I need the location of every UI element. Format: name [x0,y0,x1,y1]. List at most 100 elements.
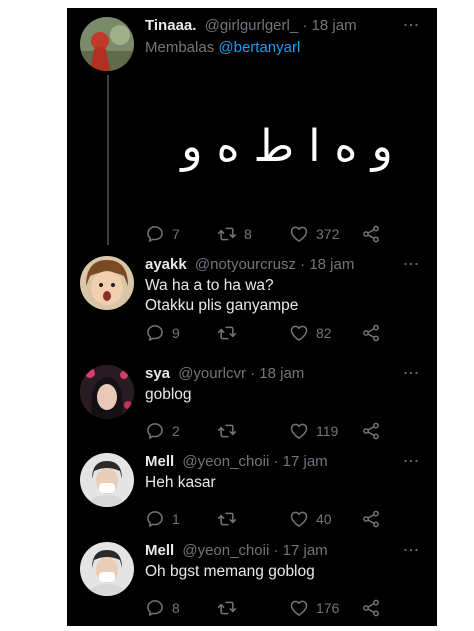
tweet-actions: 2 119 [145,420,385,442]
more-vertical-icon[interactable]: ⋮ [402,17,419,33]
share-button[interactable] [361,420,388,442]
tweet-header: Mell @yeon_choii · 17 jam [145,542,328,560]
reply-icon [145,598,165,618]
reply-icon [145,421,165,441]
tweet-text-line: Wa ha a to ha wa? [145,277,274,294]
more-vertical-icon[interactable]: ⋮ [402,256,419,272]
username[interactable]: @girlgurlgerl_ [205,17,299,34]
more-vertical-icon[interactable]: ⋮ [402,542,419,558]
share-icon [361,598,381,618]
retweet-icon [217,509,237,529]
reply-button[interactable]: 9 [145,322,180,344]
reply-count: 7 [172,226,180,242]
tweet-original[interactable]: Tinaaa. @girlgurlgerl_ · 18 jam ⋮ Membal… [67,17,437,247]
avatar[interactable] [80,256,134,310]
tweet-actions: 1 40 [145,508,385,530]
tweet-reply[interactable]: Mell @yeon_choii · 17 jam ⋮ Oh bgst mema… [67,542,437,626]
more-vertical-icon[interactable]: ⋮ [402,453,419,469]
display-name[interactable]: Tinaaa. [145,17,196,34]
tweet-text: و ه ا ط ه و [181,121,393,172]
tweet-text: Oh bgst memang goblog [145,563,315,580]
share-icon [361,323,381,343]
tweet-header: Tinaaa. @girlgurlgerl_ · 18 jam [145,17,357,35]
tweet-header: ayakk @notyourcrusz · 18 jam [145,256,354,274]
retweet-button[interactable] [217,597,244,619]
avatar[interactable] [80,542,134,596]
twitter-thread-screen: Tinaaa. @girlgurlgerl_ · 18 jam ⋮ Membal… [67,8,437,626]
reply-button[interactable]: 2 [145,420,180,442]
tweet-text: Heh kasar [145,474,216,491]
like-button[interactable]: 176 [289,597,339,619]
share-button[interactable] [361,322,388,344]
username[interactable]: @yourlcvr [178,365,246,382]
like-button[interactable]: 119 [289,420,338,442]
tweet-reply[interactable]: Mell @yeon_choii · 17 jam ⋮ Heh kasar 1 … [67,453,437,541]
retweet-button[interactable] [217,322,244,344]
like-button[interactable]: 82 [289,322,332,344]
tweet-actions: 9 82 [145,322,385,344]
display-name[interactable]: Mell [145,542,174,559]
heart-icon [289,421,309,441]
tweet-reply[interactable]: ayakk @notyourcrusz · 18 jam ⋮ Wa ha a t… [67,256,437,356]
heart-icon [289,598,309,618]
display-name[interactable]: sya [145,365,170,382]
retweet-icon [217,421,237,441]
reply-icon [145,323,165,343]
retweet-button[interactable] [217,420,244,442]
like-count: 176 [316,600,340,616]
reply-button[interactable]: 1 [145,508,180,530]
like-button[interactable]: 40 [289,508,332,530]
reply-button[interactable]: 7 [145,223,180,245]
tweet-actions: 8 176 [145,597,385,619]
timestamp: · 18 jam [302,17,357,34]
tweet-text: Wa ha a to ha wa? Otakku plis ganyampe [145,276,298,316]
share-button[interactable] [361,508,388,530]
share-button[interactable] [361,223,388,245]
reply-count: 1 [172,511,180,527]
retweet-button[interactable] [217,508,244,530]
tweet-header: sya @yourlcvr · 18 jam [145,365,304,383]
retweet-button[interactable]: 8 [217,223,252,245]
reply-mention-link[interactable]: @bertanyarl [218,39,300,56]
replying-to-label: Membalas [145,39,215,56]
retweet-icon [217,323,237,343]
retweet-count: 8 [244,226,252,242]
heart-icon [289,224,309,244]
display-name[interactable]: Mell [145,453,174,470]
timestamp: · 17 jam [273,542,328,559]
like-button[interactable]: 372 [289,223,339,245]
tweet-reply[interactable]: sya @yourlcvr · 18 jam ⋮ goblog 2 119 [67,365,437,453]
replying-to: Membalas @bertanyarl [145,39,300,56]
like-count: 119 [316,423,339,439]
share-icon [361,224,381,244]
timestamp: · 17 jam [273,453,328,470]
retweet-icon [217,224,237,244]
username[interactable]: @yeon_choii [182,453,269,470]
share-icon [361,509,381,529]
tweet-header: Mell @yeon_choii · 17 jam [145,453,328,471]
avatar[interactable] [80,453,134,507]
username[interactable]: @yeon_choii [182,542,269,559]
reply-icon [145,509,165,529]
heart-icon [289,323,309,343]
like-count: 40 [316,511,332,527]
tweet-text-line: Otakku plis ganyampe [145,297,299,314]
tweet-actions: 7 8 372 [145,223,385,245]
avatar[interactable] [80,17,134,71]
reply-icon [145,224,165,244]
display-name[interactable]: ayakk [145,256,187,273]
tweet-text: goblog [145,386,192,403]
retweet-icon [217,598,237,618]
more-vertical-icon[interactable]: ⋮ [402,365,419,381]
reply-count: 8 [172,600,180,616]
like-count: 372 [316,226,340,242]
reply-count: 2 [172,423,180,439]
share-icon [361,421,381,441]
share-button[interactable] [361,597,388,619]
reply-button[interactable]: 8 [145,597,180,619]
reply-count: 9 [172,325,180,341]
avatar[interactable] [80,365,134,419]
like-count: 82 [316,325,332,341]
heart-icon [289,509,309,529]
username[interactable]: @notyourcrusz [195,256,296,273]
